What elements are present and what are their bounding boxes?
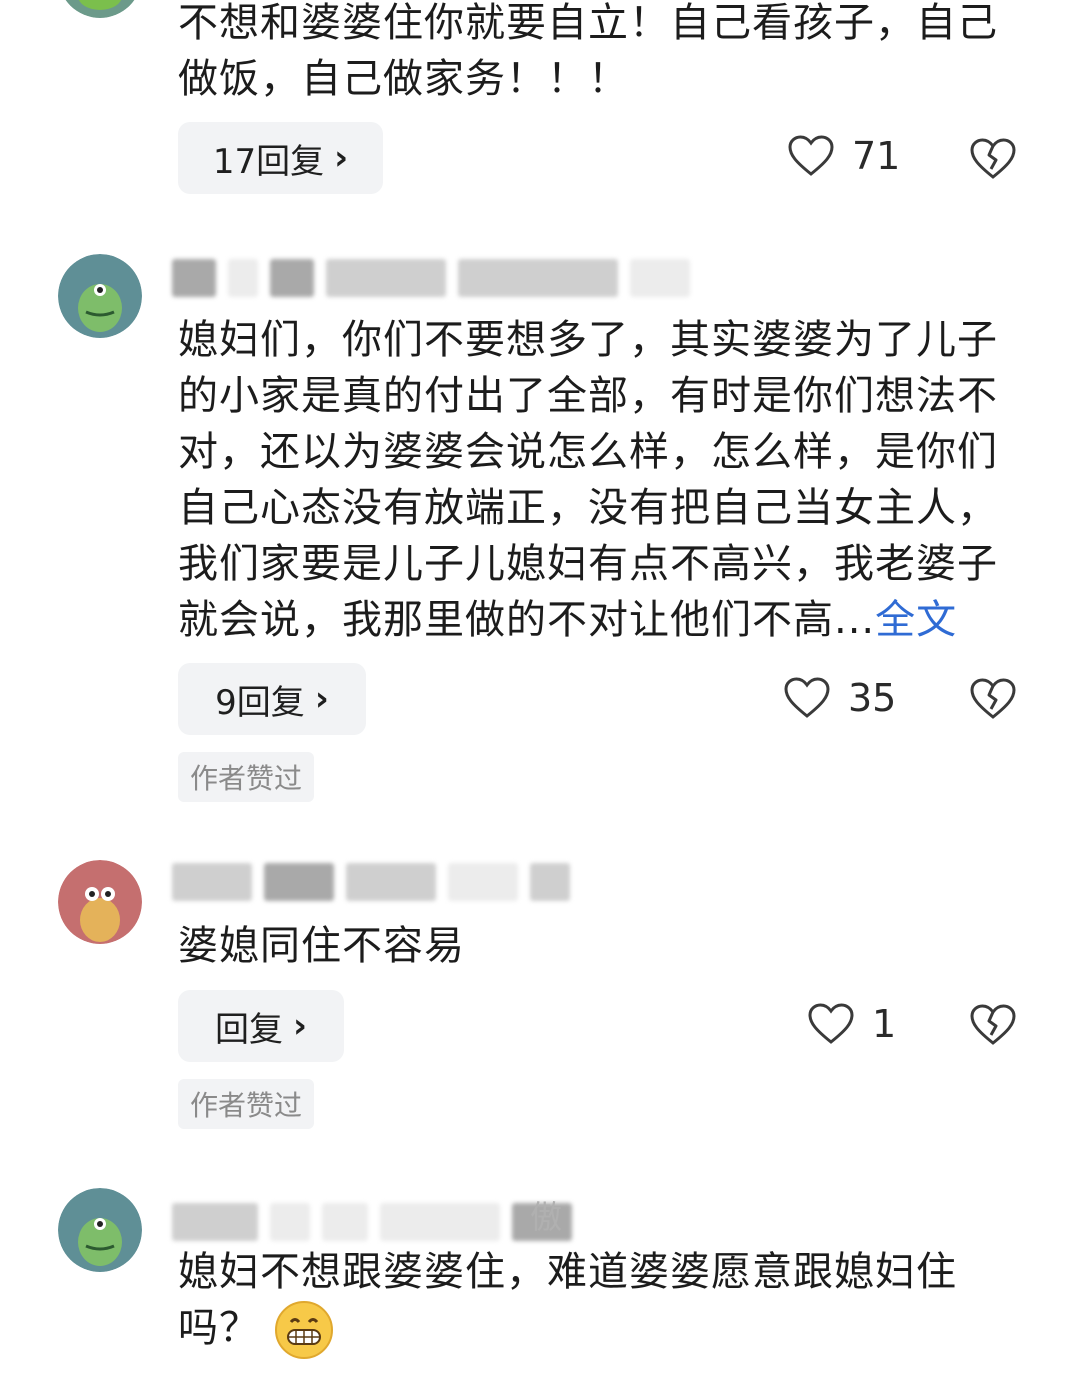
broken-heart-icon[interactable]: [970, 1002, 1016, 1048]
avatar[interactable]: [58, 860, 142, 944]
comment-text: 媳妇不想跟婆婆住，难道婆婆愿意跟媳妇住吗？: [178, 1244, 1028, 1360]
grinning-emoji-icon: [275, 1301, 333, 1359]
like-count: 35: [848, 676, 897, 720]
reply-label: 17回复: [212, 141, 325, 182]
avatar[interactable]: [58, 1188, 142, 1272]
avatar-image: [58, 860, 142, 944]
comment-text: 婆媳同住不容易: [178, 923, 465, 969]
comment-text: 不想和婆婆住你就要自立！自己看孩子，自己做饭，自己做家务！！！: [178, 0, 998, 102]
like-button[interactable]: 1: [808, 1002, 896, 1046]
username-blurred: [172, 862, 570, 902]
broken-heart-icon[interactable]: [970, 676, 1016, 722]
heart-outline-icon: [784, 677, 830, 718]
comment-body: 媳妇们，你们不要想多了，其实婆婆为了儿子的小家是真的付出了全部，有时是你们想法不…: [178, 317, 998, 643]
heart-outline-icon: [788, 135, 834, 176]
broken-heart-icon[interactable]: [970, 136, 1016, 182]
avatar-image: [65, 0, 135, 18]
like-count: 71: [852, 134, 901, 178]
username-fragment: 傲: [530, 1198, 563, 1236]
reply-button[interactable]: 9回复 ›: [178, 663, 366, 735]
avatar[interactable]: [58, 0, 142, 18]
reply-button[interactable]: 17回复 ›: [178, 122, 383, 194]
author-liked-badge: 作者赞过: [178, 1079, 315, 1129]
like-button[interactable]: 71: [788, 134, 900, 178]
username-blurred: [172, 1202, 572, 1242]
chevron-right-icon: ›: [292, 1006, 307, 1046]
chevron-right-icon: ›: [314, 679, 329, 719]
reply-label: 9回复: [215, 682, 305, 723]
comment-text: 媳妇们，你们不要想多了，其实婆婆为了儿子的小家是真的付出了全部，有时是你们想法不…: [178, 312, 1028, 648]
heart-outline-icon: [808, 1003, 854, 1044]
reply-label: 回复: [214, 1009, 283, 1050]
chevron-right-icon: ›: [334, 138, 349, 178]
avatar[interactable]: [58, 254, 142, 338]
avatar-image: [58, 1188, 142, 1272]
avatar-image: [58, 254, 142, 338]
like-button[interactable]: 35: [784, 676, 896, 720]
reply-button[interactable]: 回复 ›: [178, 990, 344, 1062]
author-liked-badge: 作者赞过: [178, 752, 315, 802]
like-count: 1: [872, 1002, 897, 1046]
expand-full-text-link[interactable]: 全文: [875, 597, 957, 643]
username-blurred: [172, 258, 690, 298]
